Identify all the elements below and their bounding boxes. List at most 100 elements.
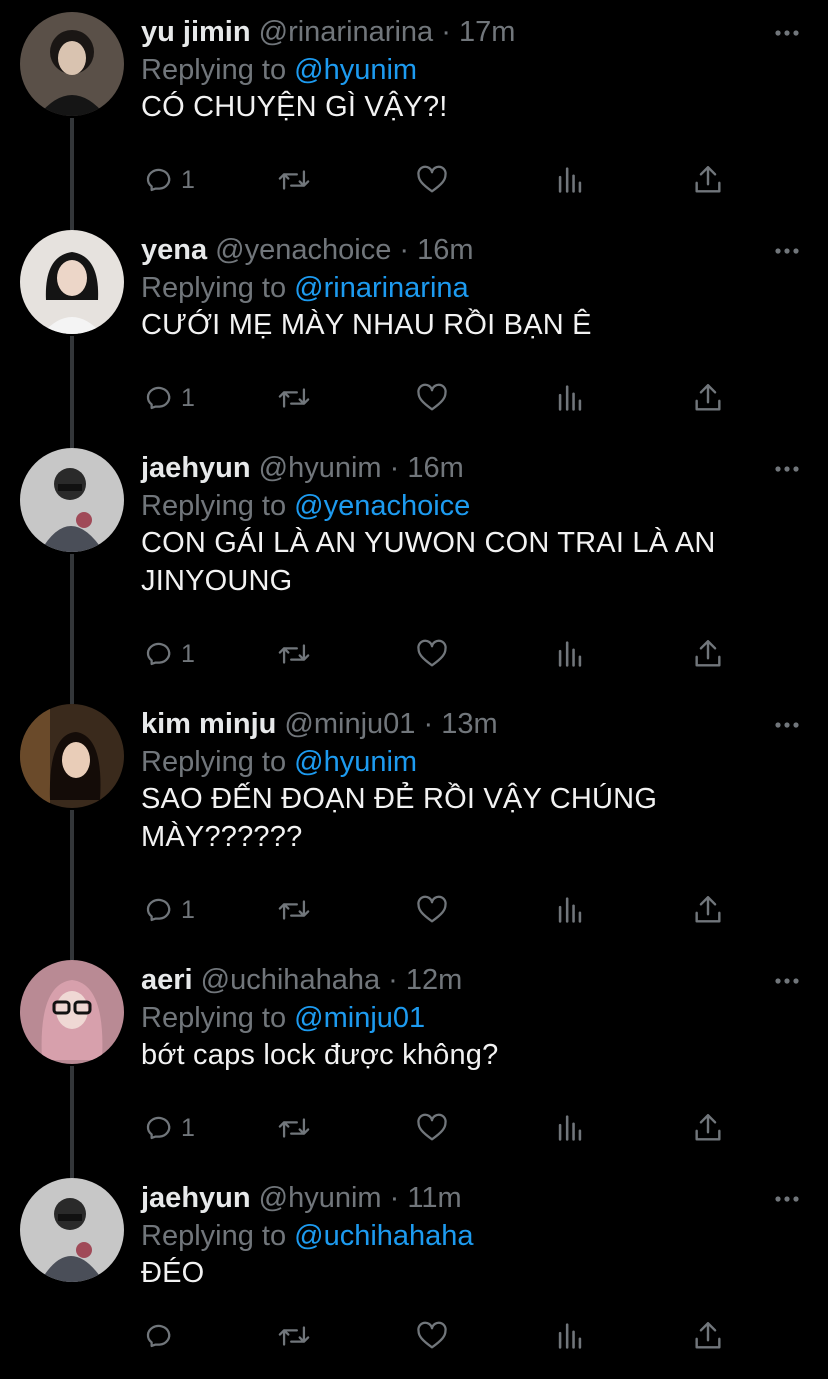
analytics-button[interactable] (553, 160, 587, 200)
username[interactable]: @rinarinarina (259, 16, 434, 48)
analytics-button[interactable] (553, 378, 587, 418)
reply-button[interactable]: 1 (141, 378, 195, 418)
reply-button[interactable] (141, 1316, 181, 1356)
like-button[interactable] (415, 160, 449, 200)
timestamp[interactable]: 17m (459, 16, 515, 48)
avatar[interactable] (20, 1178, 124, 1282)
reply-count: 1 (181, 383, 195, 412)
retweet-button[interactable] (277, 378, 311, 418)
analytics-button[interactable] (553, 1108, 587, 1148)
username[interactable]: @hyunim (259, 452, 382, 484)
separator-dot: · (389, 1182, 400, 1214)
retweet-button[interactable] (277, 634, 311, 674)
username[interactable]: @yenachoice (215, 234, 391, 266)
avatar[interactable] (20, 448, 124, 552)
tweet-0[interactable]: yu jimin @rinarinarina · 17m Replying to… (0, 0, 828, 218)
analytics-button[interactable] (553, 1316, 587, 1356)
share-button[interactable] (691, 1108, 725, 1148)
retweet-icon (278, 1118, 310, 1138)
separator-dot: · (389, 452, 400, 484)
share-button[interactable] (691, 634, 725, 674)
more-icon[interactable] (772, 710, 802, 740)
heart-icon (417, 165, 447, 193)
username[interactable]: @minju01 (284, 708, 415, 740)
retweet-button[interactable] (277, 1316, 311, 1356)
mention-link[interactable]: @hyunim (294, 746, 417, 778)
display-name[interactable]: yu jimin (141, 16, 251, 48)
avatar[interactable] (20, 230, 124, 334)
like-button[interactable] (415, 1108, 449, 1148)
avatar[interactable] (20, 12, 124, 116)
avatar-image (20, 12, 124, 116)
display-name[interactable]: kim minju (141, 708, 276, 740)
share-icon (695, 1114, 721, 1141)
more-icon[interactable] (772, 1184, 802, 1214)
share-icon (695, 1322, 721, 1349)
timestamp[interactable]: 16m (417, 234, 473, 266)
action-bar: 1 (141, 634, 741, 674)
display-name[interactable]: yena (141, 234, 207, 266)
timestamp[interactable]: 12m (406, 964, 462, 996)
reply-button[interactable]: 1 (141, 160, 195, 200)
action-bar (141, 1316, 741, 1356)
separator-dot: · (388, 964, 398, 996)
display-name[interactable]: aeri (141, 964, 193, 996)
mention-link[interactable]: @minju01 (294, 1002, 425, 1034)
mention-link[interactable]: @rinarinarina (294, 272, 469, 304)
share-button[interactable] (691, 890, 725, 930)
mention-link[interactable]: @yenachoice (294, 490, 470, 522)
share-button[interactable] (691, 160, 725, 200)
avatar[interactable] (20, 704, 124, 808)
retweet-button[interactable] (277, 890, 311, 930)
reply-button[interactable]: 1 (141, 1108, 195, 1148)
tweet-3[interactable]: kim minju @minju01 · 13m Replying to @hy… (0, 692, 828, 948)
analytics-button[interactable] (553, 890, 587, 930)
reply-icon (146, 168, 171, 192)
separator-dot: · (423, 708, 434, 740)
timestamp[interactable]: 13m (441, 708, 497, 740)
display-name[interactable]: jaehyun (141, 1182, 251, 1214)
tweet-2[interactable]: jaehyun @hyunim · 16m Replying to @yenac… (0, 436, 828, 692)
replying-to-label: Replying to (141, 1220, 287, 1252)
like-button[interactable] (415, 378, 449, 418)
reply-count: 1 (181, 895, 195, 924)
reply-thread: yu jimin @rinarinarina · 17m Replying to… (0, 0, 828, 1379)
avatar[interactable] (20, 960, 124, 1064)
more-icon[interactable] (772, 18, 802, 48)
tweet-5[interactable]: jaehyun @hyunim · 11m Replying to @uchih… (0, 1166, 828, 1379)
mention-link[interactable]: @uchihahaha (294, 1220, 473, 1252)
replying-to-label: Replying to (141, 272, 287, 304)
avatar-image (20, 960, 124, 1064)
tweet-1[interactable]: yena @yenachoice · 16m Replying to @rina… (0, 218, 828, 436)
action-bar: 1 (141, 160, 741, 200)
replying-to: Replying to @uchihahaha (141, 1216, 474, 1256)
reply-icon (146, 898, 171, 922)
more-icon[interactable] (772, 454, 802, 484)
username[interactable]: @hyunim (259, 1182, 382, 1214)
analytics-icon (558, 641, 582, 667)
like-button[interactable] (415, 890, 449, 930)
tweet-4[interactable]: aeri @uchihahaha · 12m Replying to @minj… (0, 948, 828, 1166)
retweet-button[interactable] (277, 1108, 311, 1148)
username[interactable]: @uchihahaha (201, 964, 380, 996)
mention-link[interactable]: @hyunim (294, 54, 417, 86)
reply-button[interactable]: 1 (141, 890, 195, 930)
share-button[interactable] (691, 378, 725, 418)
timestamp[interactable]: 16m (407, 452, 463, 484)
timestamp[interactable]: 11m (407, 1182, 461, 1214)
more-icon[interactable] (772, 966, 802, 996)
like-button[interactable] (415, 634, 449, 674)
reply-icon (146, 386, 171, 410)
thread-line (70, 218, 74, 230)
reply-button[interactable]: 1 (141, 634, 195, 674)
reply-count: 1 (181, 1113, 195, 1142)
avatar-image (20, 448, 124, 552)
retweet-button[interactable] (277, 160, 311, 200)
tweet-header: jaehyun @hyunim · 11m (141, 1178, 462, 1218)
analytics-button[interactable] (553, 634, 587, 674)
display-name[interactable]: jaehyun (141, 452, 251, 484)
more-icon[interactable] (772, 236, 802, 266)
share-button[interactable] (691, 1316, 725, 1356)
reply-icon (146, 642, 171, 666)
like-button[interactable] (415, 1316, 449, 1356)
